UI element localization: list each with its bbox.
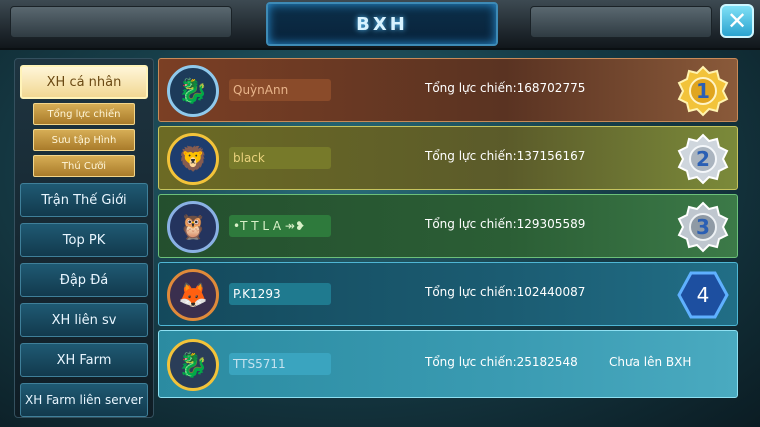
player-avatar: 🐉 bbox=[167, 65, 219, 117]
tab-dap-da[interactable]: Đập Đá bbox=[20, 263, 148, 297]
combat-power: Tổng lực chiến:25182548 bbox=[425, 355, 578, 369]
player-name: P.K1293 bbox=[229, 283, 331, 305]
player-name: TTS5711 bbox=[229, 353, 331, 375]
player-name: •T T L A ↠❥ bbox=[229, 215, 331, 237]
creature-icon: 🐉 bbox=[178, 351, 208, 379]
tab-xh-farm[interactable]: XH Farm bbox=[20, 343, 148, 377]
creature-icon: 🦊 bbox=[178, 281, 208, 309]
rank-row-2[interactable]: 🦁 black Tổng lực chiến:137156167 2 bbox=[158, 126, 738, 190]
creature-icon: 🐉 bbox=[178, 77, 208, 105]
hexagon-rank-icon: 4 bbox=[677, 271, 729, 319]
rank-row-1[interactable]: 🐉 QuỳnAnn Tổng lực chiến:168702775 1 bbox=[158, 58, 738, 122]
combat-power: Tổng lực chiến:137156167 bbox=[425, 149, 586, 163]
rank-number: 4 bbox=[697, 283, 710, 307]
tab-tran-the-gioi[interactable]: Trận Thế Giới bbox=[20, 183, 148, 217]
subtab-suu-tap-hinh[interactable]: Sưu tập Hình bbox=[33, 129, 135, 151]
player-avatar: 🐉 bbox=[167, 339, 219, 391]
tab-xh-ca-nhan[interactable]: XH cá nhân bbox=[20, 65, 148, 99]
creature-icon: 🦉 bbox=[178, 213, 208, 241]
page-title: BXH bbox=[356, 13, 408, 35]
player-name: black bbox=[229, 147, 331, 169]
player-name: QuỳnAnn bbox=[229, 79, 331, 101]
title-banner: BXH bbox=[266, 2, 498, 46]
rank-number: 1 bbox=[696, 79, 710, 103]
bronze-medal-icon: 3 bbox=[677, 201, 729, 253]
tab-xh-lien-sv[interactable]: XH liên sv bbox=[20, 303, 148, 337]
creature-icon: 🦁 bbox=[178, 145, 208, 173]
rank-number: 2 bbox=[696, 147, 710, 171]
close-icon: ✕ bbox=[726, 7, 748, 35]
player-avatar: 🦊 bbox=[167, 269, 219, 321]
combat-power: Tổng lực chiến:129305589 bbox=[425, 217, 586, 231]
silver-medal-icon: 2 bbox=[677, 133, 729, 185]
rank-row-self[interactable]: 🐉 TTS5711 Tổng lực chiến:25182548 Chưa l… bbox=[158, 330, 738, 398]
subtab-thu-cuoi[interactable]: Thú Cưỡi bbox=[33, 155, 135, 177]
close-button[interactable]: ✕ bbox=[720, 4, 754, 38]
rank-status: Chưa lên BXH bbox=[609, 355, 692, 369]
tab-xh-farm-lien-server[interactable]: XH Farm liên server bbox=[20, 383, 148, 417]
header-plate-right bbox=[530, 6, 712, 38]
header-plate-left bbox=[10, 6, 232, 38]
rank-row-3[interactable]: 🦉 •T T L A ↠❥ Tổng lực chiến:129305589 3 bbox=[158, 194, 738, 258]
player-avatar: 🦁 bbox=[167, 133, 219, 185]
rank-number: 3 bbox=[696, 215, 710, 239]
tab-top-pk[interactable]: Top PK bbox=[20, 223, 148, 257]
rank-row-4[interactable]: 🦊 P.K1293 Tổng lực chiến:102440087 4 bbox=[158, 262, 738, 326]
gold-medal-icon: 1 bbox=[677, 65, 729, 117]
combat-power: Tổng lực chiến:168702775 bbox=[425, 81, 586, 95]
combat-power: Tổng lực chiến:102440087 bbox=[425, 285, 586, 299]
subtab-tong-luc-chien[interactable]: Tổng lực chiến bbox=[33, 103, 135, 125]
sidebar: XH cá nhân Tổng lực chiến Sưu tập Hình T… bbox=[14, 58, 154, 418]
player-avatar: 🦉 bbox=[167, 201, 219, 253]
